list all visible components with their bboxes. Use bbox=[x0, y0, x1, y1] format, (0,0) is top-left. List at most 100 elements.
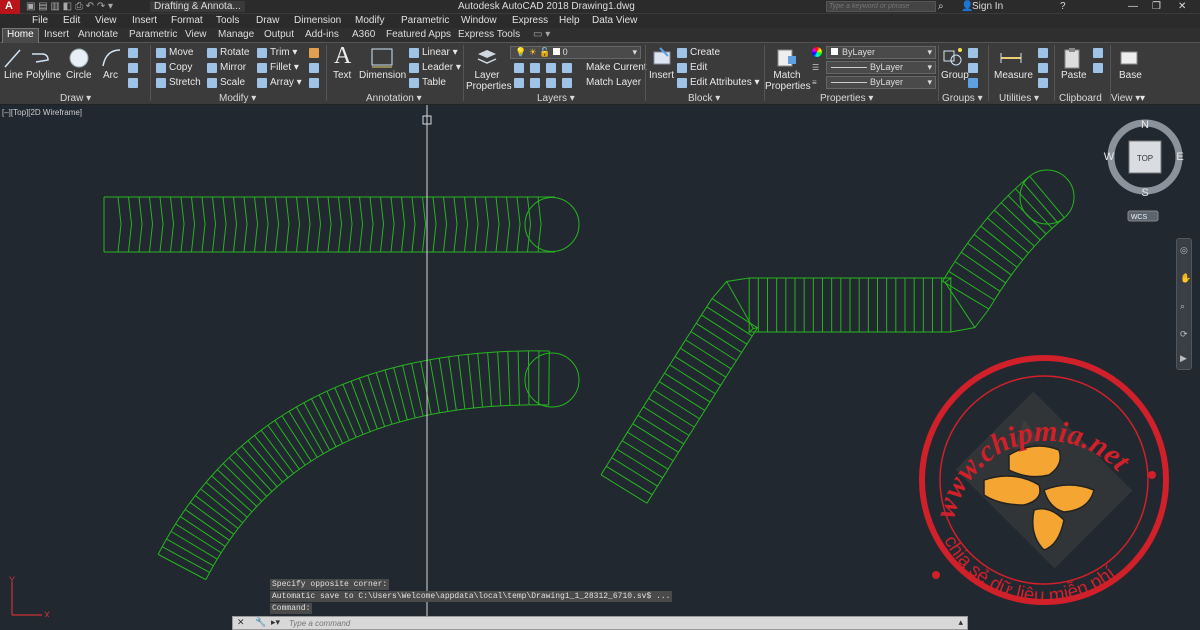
menu-edit[interactable]: Edit bbox=[63, 15, 80, 26]
groups-panel-title[interactable]: Groups ▾ bbox=[942, 93, 983, 104]
tab-annotate[interactable]: Annotate bbox=[78, 29, 118, 40]
menu-express[interactable]: Express bbox=[512, 15, 548, 26]
copy-clip-icon[interactable] bbox=[1093, 63, 1103, 73]
create-button[interactable]: Create bbox=[690, 47, 720, 58]
annotation-panel-title[interactable]: Annotation ▾ bbox=[366, 93, 422, 104]
edit-attributes-button[interactable]: Edit Attributes ▾ bbox=[690, 77, 760, 88]
layer-tool-icon[interactable] bbox=[562, 63, 572, 73]
menu-insert[interactable]: Insert bbox=[132, 15, 157, 26]
close-button[interactable]: ✕ bbox=[1178, 1, 1186, 12]
group-edit-icon[interactable] bbox=[968, 63, 978, 73]
polyline-button[interactable]: Polyline bbox=[26, 70, 61, 81]
tab-a360[interactable]: A360 bbox=[352, 29, 375, 40]
layers-panel-title[interactable]: Layers ▾ bbox=[537, 93, 575, 104]
layer-tool-icon[interactable] bbox=[530, 78, 540, 88]
erase-icon[interactable] bbox=[309, 48, 319, 58]
array-button[interactable]: Array ▾ bbox=[270, 77, 302, 88]
modify-panel-title[interactable]: Modify ▾ bbox=[219, 93, 256, 104]
command-expand-icon[interactable]: ▴ bbox=[958, 617, 963, 628]
command-input[interactable] bbox=[289, 617, 949, 629]
showmotion-icon[interactable]: ▶ bbox=[1180, 353, 1187, 364]
tab-manage[interactable]: Manage bbox=[218, 29, 254, 40]
close-icon[interactable]: ✕ bbox=[237, 617, 245, 628]
drawing-canvas[interactable]: Y X TOP N S E W WCS www.chipmia.net chia… bbox=[0, 105, 1200, 617]
viewcube[interactable]: TOP N S E W WCS bbox=[1104, 119, 1184, 222]
pan-icon[interactable]: ✋ bbox=[1180, 273, 1191, 284]
color-dropdown[interactable]: ByLayer ▾ bbox=[826, 46, 936, 59]
measure-button[interactable]: Measure bbox=[994, 70, 1033, 81]
explode-icon[interactable] bbox=[309, 63, 319, 73]
settings-icon[interactable]: 🔧 bbox=[255, 617, 266, 628]
rectangle-icon[interactable] bbox=[128, 48, 138, 58]
layer-tool-icon[interactable] bbox=[562, 78, 572, 88]
insert-button[interactable]: Insert bbox=[649, 70, 674, 81]
layer-tool-icon[interactable] bbox=[546, 78, 556, 88]
group-button[interactable]: Group bbox=[941, 70, 969, 81]
workspace-switcher[interactable]: Drafting & Annota... bbox=[150, 1, 245, 12]
search-icon[interactable]: ⌕ bbox=[938, 1, 944, 12]
circle-button[interactable]: Circle bbox=[66, 70, 92, 81]
quick-access-toolbar[interactable]: ▣ ▤ ▥ ◧ ⎙ ↶ ↷ ▾ bbox=[26, 1, 113, 12]
move-button[interactable]: Move bbox=[169, 47, 193, 58]
utilities-panel-title[interactable]: Utilities ▾ bbox=[999, 93, 1039, 104]
mirror-button[interactable]: Mirror bbox=[220, 62, 246, 73]
menu-parametric[interactable]: Parametric bbox=[401, 15, 449, 26]
clipboard-panel-title[interactable]: Clipboard bbox=[1059, 93, 1102, 104]
gradient-icon[interactable] bbox=[128, 78, 138, 88]
line-button[interactable]: Line bbox=[4, 70, 23, 81]
tab-home[interactable]: Home bbox=[2, 28, 39, 43]
menu-data-view[interactable]: Data View bbox=[592, 15, 637, 26]
utility-icon[interactable] bbox=[1038, 78, 1048, 88]
menu-view[interactable]: View bbox=[95, 15, 117, 26]
paste-button[interactable]: Paste bbox=[1061, 70, 1087, 81]
zoom-icon[interactable]: ⌕ bbox=[1180, 301, 1185, 312]
menu-draw[interactable]: Draw bbox=[256, 15, 279, 26]
steering-wheel-icon[interactable]: ◎ bbox=[1180, 245, 1188, 256]
menu-modify[interactable]: Modify bbox=[355, 15, 384, 26]
dimension-button[interactable]: Dimension bbox=[359, 70, 406, 81]
draw-panel-title[interactable]: Draw ▾ bbox=[60, 93, 91, 104]
block-panel-title[interactable]: Block ▾ bbox=[688, 93, 720, 104]
restore-button[interactable]: ❐ bbox=[1152, 1, 1161, 12]
tab-parametric[interactable]: Parametric bbox=[129, 29, 177, 40]
layer-properties-button[interactable]: Layer Properties bbox=[466, 70, 512, 92]
tab-add-ins[interactable]: Add-ins bbox=[305, 29, 339, 40]
menu-dimension[interactable]: Dimension bbox=[294, 15, 341, 26]
utility-icon[interactable] bbox=[1038, 48, 1048, 58]
ungroup-icon[interactable] bbox=[968, 48, 978, 58]
group-selection-icon[interactable] bbox=[968, 78, 978, 88]
orbit-icon[interactable]: ⟳ bbox=[1180, 329, 1188, 340]
layer-tool-icon[interactable] bbox=[514, 78, 524, 88]
linetype-dropdown[interactable]: ByLayer ▾ bbox=[826, 61, 936, 74]
hatch-icon[interactable] bbox=[128, 63, 138, 73]
tab-insert[interactable]: Insert bbox=[44, 29, 69, 40]
leader-button[interactable]: Leader ▾ bbox=[422, 62, 461, 73]
linear-button[interactable]: Linear ▾ bbox=[422, 47, 458, 58]
rotate-button[interactable]: Rotate bbox=[220, 47, 249, 58]
arc-button[interactable]: Arc bbox=[103, 70, 118, 81]
menu-window[interactable]: Window bbox=[461, 15, 497, 26]
navigation-bar[interactable]: ◎ ✋ ⌕ ⟳ ▶ bbox=[1176, 238, 1192, 370]
command-line[interactable]: ✕ 🔧 ▸▾ ▴ bbox=[232, 616, 968, 630]
stretch-button[interactable]: Stretch bbox=[169, 77, 201, 88]
make-current-button[interactable]: Make Current bbox=[586, 62, 647, 73]
menu-help[interactable]: Help bbox=[559, 15, 580, 26]
menu-tools[interactable]: Tools bbox=[216, 15, 239, 26]
match-layer-button[interactable]: Match Layer bbox=[586, 77, 641, 88]
recent-commands-icon[interactable]: ▸▾ bbox=[271, 617, 280, 628]
utility-icon[interactable] bbox=[1038, 63, 1048, 73]
tab-express-tools[interactable]: Express Tools bbox=[458, 29, 520, 40]
tab-view[interactable]: View bbox=[185, 29, 207, 40]
trim-button[interactable]: Trim ▾ bbox=[270, 47, 297, 58]
text-button[interactable]: Text bbox=[333, 70, 351, 81]
layer-tool-icon[interactable] bbox=[546, 63, 556, 73]
match-properties-button[interactable]: Match Properties bbox=[765, 70, 811, 92]
tab-output[interactable]: Output bbox=[264, 29, 294, 40]
menu-format[interactable]: Format bbox=[171, 15, 203, 26]
cut-icon[interactable] bbox=[1093, 48, 1103, 58]
lineweight-dropdown[interactable]: ByLayer ▾ bbox=[826, 76, 936, 89]
app-menu-button[interactable]: A bbox=[0, 0, 20, 14]
menu-file[interactable]: File bbox=[32, 15, 48, 26]
view-panel-title[interactable]: View ▾ bbox=[1111, 93, 1140, 104]
sign-in-link[interactable]: Sign In bbox=[972, 1, 1003, 12]
